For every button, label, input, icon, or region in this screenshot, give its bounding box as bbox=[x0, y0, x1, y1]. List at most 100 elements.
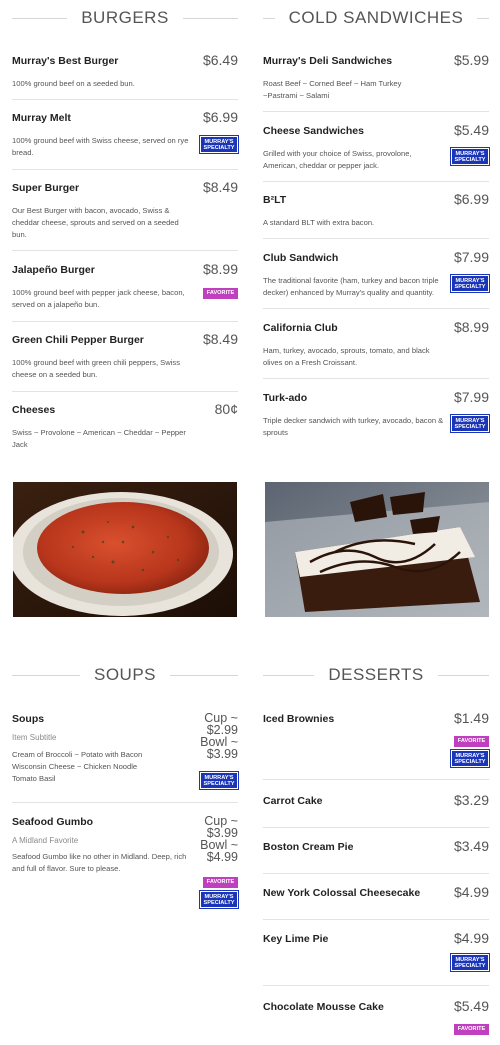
murrays-specialty-badge: MURRAY'S SPECIALTY bbox=[199, 135, 239, 154]
item-subtitle: Item Subtitle bbox=[12, 733, 57, 742]
item-badges: MURRAY'S SPECIALTY bbox=[450, 147, 490, 166]
murrays-specialty-badge: MURRAY'S SPECIALTY bbox=[450, 147, 490, 166]
price-line: $4.99 bbox=[206, 850, 238, 864]
item-price: $5.49 bbox=[453, 998, 489, 1014]
item-divider bbox=[263, 873, 489, 874]
item-price: $5.49 bbox=[453, 122, 489, 138]
section-title: SOUPS bbox=[93, 665, 157, 684]
favorite-badge: FAVORITE bbox=[454, 1024, 489, 1035]
item-divider bbox=[263, 919, 489, 920]
item-description: Our Best Burger with bacon, avocado, Swi… bbox=[12, 206, 179, 239]
item-price: $8.99 bbox=[202, 261, 238, 277]
item-price: $4.99 bbox=[453, 884, 489, 900]
menu-item[interactable]: Chocolate Mousse Cake $5.49 FAVORITE bbox=[263, 998, 489, 1040]
item-divider bbox=[263, 378, 489, 379]
murrays-specialty-badge: MURRAY'S SPECIALTY bbox=[450, 274, 490, 293]
item-divider bbox=[263, 779, 489, 780]
menu-item[interactable]: Club Sandwich $7.99 The traditional favo… bbox=[263, 249, 490, 309]
item-badges: FAVORITE MURRAY'S SPECIALTY bbox=[450, 736, 490, 768]
item-subtitle: A Midland Favorite bbox=[12, 836, 79, 845]
item-price: $3.49 bbox=[453, 838, 489, 854]
header-rule bbox=[263, 17, 275, 19]
chocolate-cake-photo-icon bbox=[265, 482, 489, 617]
menu-item[interactable]: Soups Item Subtitle Cup ~ $2.99 Bowl ~ $… bbox=[12, 712, 239, 803]
item-name: Soups bbox=[12, 713, 45, 725]
item-price: $4.99 bbox=[453, 930, 489, 946]
section-title: COLD SANDWICHES bbox=[288, 8, 464, 27]
header-rule bbox=[477, 17, 489, 19]
menu-item[interactable]: Cheeses 80¢ Swiss ~ Provolone ~ American… bbox=[12, 401, 238, 453]
menu-item[interactable]: Murray's Deli Sandwiches $5.99 Roast Bee… bbox=[263, 52, 489, 112]
item-name: Cheeses bbox=[12, 404, 56, 416]
menu-item[interactable]: New York Colossal Cheesecake $4.99 bbox=[263, 884, 489, 920]
item-description: 100% ground beef on a seeded bun. bbox=[12, 79, 135, 88]
item-badges: MURRAY'S SPECIALTY bbox=[450, 274, 490, 293]
header-rule bbox=[170, 674, 238, 676]
menu-item[interactable]: Cheese Sandwiches $5.49 Grilled with you… bbox=[263, 122, 490, 182]
item-description: A standard BLT with extra bacon. bbox=[263, 218, 375, 227]
header-rule bbox=[263, 674, 315, 676]
menu-item[interactable]: Boston Cream Pie $3.49 bbox=[263, 838, 489, 874]
item-name: Carrot Cake bbox=[263, 795, 323, 807]
item-name: Chocolate Mousse Cake bbox=[263, 1001, 384, 1013]
item-name: Murray's Deli Sandwiches bbox=[263, 55, 393, 67]
menu-item[interactable]: Turk-ado $7.99 Triple decker sandwich wi… bbox=[263, 389, 490, 441]
item-price: $7.99 bbox=[453, 389, 489, 405]
item-price: Cup ~ $2.99 Bowl ~ $3.99 bbox=[200, 712, 238, 761]
menu-item[interactable]: Murray's Best Burger $6.49 100% ground b… bbox=[12, 52, 238, 100]
item-price: $6.49 bbox=[202, 52, 238, 68]
item-name: Club Sandwich bbox=[263, 252, 339, 264]
item-price: $7.99 bbox=[453, 249, 489, 265]
murrays-specialty-badge: MURRAY'S SPECIALTY bbox=[199, 771, 239, 790]
item-price: $3.29 bbox=[453, 792, 489, 808]
header-rule bbox=[12, 674, 80, 676]
menu-item[interactable]: Carrot Cake $3.29 bbox=[263, 792, 489, 828]
header-rule bbox=[12, 17, 68, 19]
menu-item[interactable]: Super Burger $8.49 Our Best Burger with … bbox=[12, 179, 238, 251]
item-divider bbox=[12, 321, 238, 322]
item-description: Seafood Gumbo like no other in Midland. … bbox=[12, 852, 187, 873]
item-divider bbox=[263, 308, 489, 309]
item-description: Ham, turkey, avocado, sprouts, tomato, a… bbox=[263, 346, 430, 367]
item-divider bbox=[12, 169, 238, 170]
item-badges: MURRAY'S SPECIALTY bbox=[199, 771, 239, 790]
soups-column: SOUPS Soups Item Subtitle Cup ~ $2.99 Bo… bbox=[12, 660, 239, 920]
header-rule bbox=[182, 17, 239, 19]
item-name: Cheese Sandwiches bbox=[263, 125, 364, 137]
menu-item[interactable]: Green Chili Pepper Burger $8.49 100% gro… bbox=[12, 331, 238, 392]
item-name: Key Lime Pie bbox=[263, 933, 329, 945]
item-description: Triple decker sandwich with turkey, avoc… bbox=[263, 416, 444, 437]
item-badges: MURRAY'S SPECIALTY bbox=[450, 414, 490, 433]
item-name: California Club bbox=[263, 322, 338, 334]
item-badges: FAVORITE bbox=[454, 1024, 489, 1035]
item-divider bbox=[263, 827, 489, 828]
section-title: DESSERTS bbox=[328, 665, 424, 684]
item-description: Roast Beef ~ Corned Beef ~ Ham Turkey ~P… bbox=[263, 79, 402, 100]
menu-item[interactable]: Murray Melt $6.99 100% ground beef with … bbox=[12, 109, 239, 170]
item-name: Murray's Best Burger bbox=[12, 55, 119, 67]
item-badges: FAVORITE MURRAY'S SPECIALTY bbox=[199, 877, 239, 909]
menu-item[interactable]: B²LT $6.99 A standard BLT with extra bac… bbox=[263, 191, 489, 239]
favorite-badge: FAVORITE bbox=[454, 736, 489, 747]
price-line: $3.99 bbox=[206, 747, 238, 761]
menu-item[interactable]: California Club $8.99 Ham, turkey, avoca… bbox=[263, 319, 489, 379]
menu-item[interactable]: Key Lime Pie $4.99 MURRAY'S SPECIALTY bbox=[263, 930, 490, 986]
soup-photo bbox=[13, 482, 237, 617]
burgers-column: BURGERS Murray's Best Burger $6.49 100% … bbox=[12, 0, 239, 460]
item-name: Turk-ado bbox=[263, 392, 308, 404]
item-name: Jalapeño Burger bbox=[12, 264, 95, 276]
dessert-photo bbox=[265, 482, 489, 617]
item-price: $6.99 bbox=[453, 191, 489, 207]
item-price: $8.49 bbox=[202, 331, 238, 347]
item-price: $5.99 bbox=[453, 52, 489, 68]
item-name: Iced Brownies bbox=[263, 713, 335, 725]
menu-item[interactable]: Iced Brownies $1.49 FAVORITE MURRAY'S SP… bbox=[263, 710, 490, 780]
item-price: $8.99 bbox=[453, 319, 489, 335]
desserts-column: DESSERTS Iced Brownies $1.49 FAVORITE MU… bbox=[263, 660, 490, 1045]
item-name: Boston Cream Pie bbox=[263, 841, 354, 853]
menu-item[interactable]: Jalapeño Burger $8.99 100% ground beef w… bbox=[12, 261, 238, 322]
section-header-desserts: DESSERTS bbox=[263, 660, 490, 690]
menu-item[interactable]: Seafood Gumbo A Midland Favorite Cup ~ $… bbox=[12, 815, 239, 915]
item-badges: FAVORITE bbox=[203, 288, 238, 299]
item-divider bbox=[12, 250, 238, 251]
